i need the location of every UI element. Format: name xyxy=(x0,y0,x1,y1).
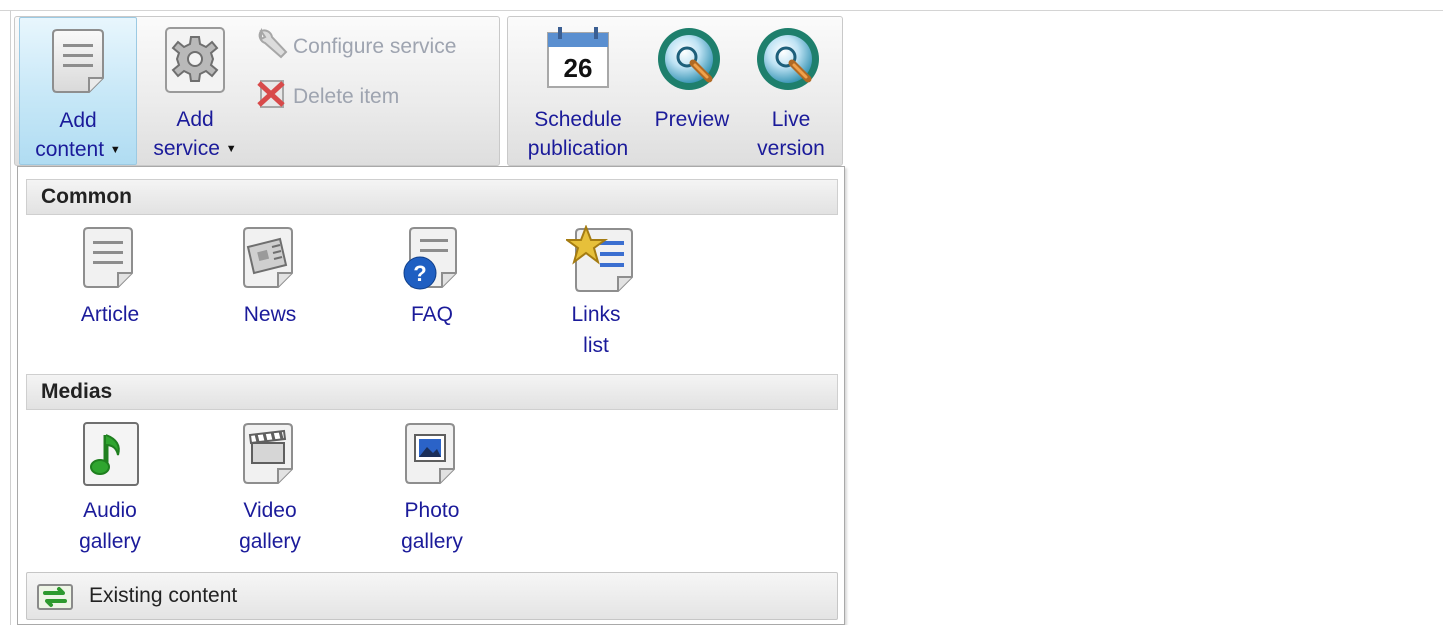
music-note-icon xyxy=(80,421,140,487)
left-divider xyxy=(10,10,11,625)
content-type-photo-gallery[interactable]: Photo gallery xyxy=(372,421,492,557)
content-type-links-list[interactable]: Links list xyxy=(536,224,656,361)
tile-label-line1: News xyxy=(243,303,297,326)
add-service-label-line2: service xyxy=(153,137,220,160)
tile-label-line1: Links xyxy=(571,303,621,326)
calendar-day: 26 xyxy=(564,53,593,83)
preview-button[interactable]: Preview xyxy=(644,17,740,165)
section-header-medias: Medias xyxy=(26,374,838,410)
wrench-icon xyxy=(258,27,288,59)
content-type-faq[interactable]: ? FAQ xyxy=(372,225,492,330)
dropdown-arrow-icon: ▼ xyxy=(225,143,237,155)
article-document-icon xyxy=(80,225,140,291)
configure-service-label: Configure service xyxy=(293,35,457,58)
dropdown-arrow-icon: ▼ xyxy=(109,144,121,156)
document-icon xyxy=(49,26,107,101)
tile-label-line2: list xyxy=(583,334,609,357)
tile-label-line1: Audio xyxy=(83,499,137,522)
magnifier-globe-icon xyxy=(754,25,828,102)
photo-icon xyxy=(402,421,462,487)
ribbon-group-edit: Add content ▼ Add service ▼ Configure se… xyxy=(14,16,500,166)
schedule-label-line2: publication xyxy=(527,137,629,160)
tile-label-line2: gallery xyxy=(79,530,141,553)
top-divider xyxy=(0,10,1443,11)
swap-arrows-icon xyxy=(37,584,73,615)
delete-item-button[interactable]: Delete item xyxy=(255,77,400,108)
add-content-label-line1: Add xyxy=(59,109,97,132)
schedule-label-line1: Schedule xyxy=(534,108,622,131)
calendar-icon: 26 xyxy=(546,25,610,96)
ribbon-group-publish: 26 Schedule publication Preview Live ver… xyxy=(507,16,843,166)
newspaper-icon xyxy=(240,225,300,291)
clapperboard-icon xyxy=(240,421,300,487)
section-header-common: Common xyxy=(26,179,838,215)
svg-text:?: ? xyxy=(413,261,426,286)
live-version-label-line1: Live xyxy=(771,108,811,131)
add-service-label-line1: Add xyxy=(176,108,214,131)
magnifier-globe-icon xyxy=(655,25,729,102)
content-type-audio-gallery[interactable]: Audio gallery xyxy=(50,421,170,557)
preview-label: Preview xyxy=(654,108,730,131)
live-version-button[interactable]: Live version xyxy=(742,17,840,165)
tile-label-line1: Article xyxy=(80,303,140,326)
content-type-news[interactable]: News xyxy=(210,225,330,330)
content-type-article[interactable]: Article xyxy=(50,225,170,330)
tile-label-line2: gallery xyxy=(239,530,301,553)
add-service-button[interactable]: Add service ▼ xyxy=(139,17,251,165)
gear-icon xyxy=(163,25,227,100)
existing-content-label: Existing content xyxy=(89,584,238,607)
configure-service-button[interactable]: Configure service xyxy=(255,27,457,59)
add-content-dropdown: Common Article News ? FAQ Links list Med… xyxy=(17,166,845,625)
existing-content-button[interactable]: Existing content xyxy=(26,572,838,620)
delete-document-icon xyxy=(257,80,285,108)
tile-label-line1: Photo xyxy=(404,499,460,522)
live-version-label-line2: version xyxy=(757,137,825,160)
faq-question-icon: ? xyxy=(402,225,462,291)
schedule-publication-button[interactable]: 26 Schedule publication xyxy=(514,17,642,165)
tile-label-line1: FAQ xyxy=(410,303,453,326)
tile-label-line2: gallery xyxy=(401,530,463,553)
delete-item-label: Delete item xyxy=(293,85,400,108)
tile-label-line1: Video xyxy=(243,499,297,522)
links-list-star-icon xyxy=(563,224,633,292)
add-content-label-line2: content xyxy=(35,138,105,161)
content-type-video-gallery[interactable]: Video gallery xyxy=(210,421,330,557)
add-content-button[interactable]: Add content ▼ xyxy=(19,17,137,165)
